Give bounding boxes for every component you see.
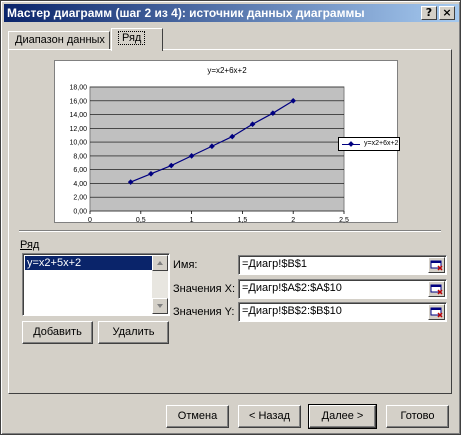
series-list-item[interactable]: y=x2+5x+2 (25, 256, 152, 270)
close-button[interactable]: × (439, 6, 455, 20)
series-section-text: Ряд (20, 239, 40, 251)
y-values-field-value: =Диагр!$B$2:$B$10 (242, 305, 342, 317)
tab-series-label: Ряд (118, 31, 146, 45)
y-tick-label: 2,00 (73, 195, 87, 202)
arrow-down-icon (157, 304, 163, 308)
separator (19, 230, 441, 232)
scroll-up-button[interactable] (152, 255, 168, 271)
y-values-collapse-button[interactable] (428, 304, 445, 320)
tab-strip: Диапазон данных Ряд (8, 28, 448, 51)
y-tick-label: 10,00 (69, 140, 87, 147)
series-section-label: Ряд (20, 239, 39, 251)
legend-label: y=x2+6x+2 (364, 140, 399, 147)
x-tick-label: 2 (291, 217, 295, 224)
finish-button[interactable]: Готово (386, 405, 449, 428)
y-tick-label: 14,00 (69, 112, 87, 119)
plot-area (89, 86, 345, 212)
x-tick-label: 0 (88, 217, 92, 224)
y-values-field[interactable]: =Диагр!$B$2:$B$10 (238, 302, 447, 322)
tab-data-range[interactable]: Диапазон данных (8, 31, 110, 50)
x-values-field-value: =Диагр!$A$2:$A$10 (242, 282, 342, 294)
window-title: Мастер диаграмм (шаг 2 из 4): источник д… (7, 6, 365, 20)
y-tick-label: 0,00 (73, 209, 87, 216)
tab-data-range-label: Диапазон данных (15, 34, 105, 46)
help-button[interactable]: ? (421, 6, 437, 20)
chart-wizard-dialog: Мастер диаграмм (шаг 2 из 4): источник д… (0, 0, 461, 435)
x-tick-label: 0,5 (136, 217, 146, 224)
title-bar: Мастер диаграмм (шаг 2 из 4): источник д… (4, 4, 459, 22)
y-tick-label: 6,00 (73, 167, 87, 174)
name-collapse-button[interactable] (428, 257, 445, 273)
cancel-button[interactable]: Отмена (166, 405, 229, 428)
x-tick-label: 1 (190, 217, 194, 224)
name-field-value: =Диагр!$B$1 (242, 258, 308, 270)
remove-series-button[interactable]: Удалить (98, 321, 169, 344)
arrow-up-icon (157, 261, 163, 265)
add-series-button[interactable]: Добавить (22, 321, 93, 344)
scroll-down-button[interactable] (152, 298, 168, 314)
collapse-dialog-icon (430, 284, 443, 295)
y-tick-label: 16,00 (69, 98, 87, 105)
x-values-collapse-button[interactable] (428, 281, 445, 297)
tab-panel-series: y=x2+6x+2 0,00 2,00 4,00 6,00 8,00 10,00 12,00… (8, 49, 452, 394)
y-tick-label: 4,00 (73, 181, 87, 188)
name-field[interactable]: =Диагр!$B$1 (238, 255, 447, 275)
y-values-label: Значения Y: (173, 306, 235, 318)
collapse-dialog-icon (430, 260, 443, 271)
next-button[interactable]: Далее > (308, 404, 377, 429)
chart-preview: y=x2+6x+2 0,00 2,00 4,00 6,00 8,00 10,00 12,00… (54, 60, 400, 224)
series-list-scrollbar[interactable] (152, 255, 168, 314)
y-tick-label: 12,00 (69, 126, 87, 133)
chart-legend: y=x2+6x+2 (338, 137, 400, 151)
name-label: Имя: (173, 259, 198, 271)
collapse-dialog-icon (430, 307, 443, 318)
tab-series[interactable]: Ряд (111, 28, 163, 51)
legend-line-swatch (342, 144, 360, 145)
x-values-label: Значения X: (173, 283, 236, 295)
x-values-field[interactable]: =Диагр!$A$2:$A$10 (238, 279, 447, 299)
series-listbox[interactable]: y=x2+5x+2 (22, 253, 170, 316)
x-tick-label: 1,5 (238, 217, 248, 224)
back-button[interactable]: < Назад (238, 405, 301, 428)
y-tick-label: 18,00 (69, 85, 87, 92)
x-tick-label: 2,5 (339, 217, 349, 224)
y-tick-label: 8,00 (73, 153, 87, 160)
